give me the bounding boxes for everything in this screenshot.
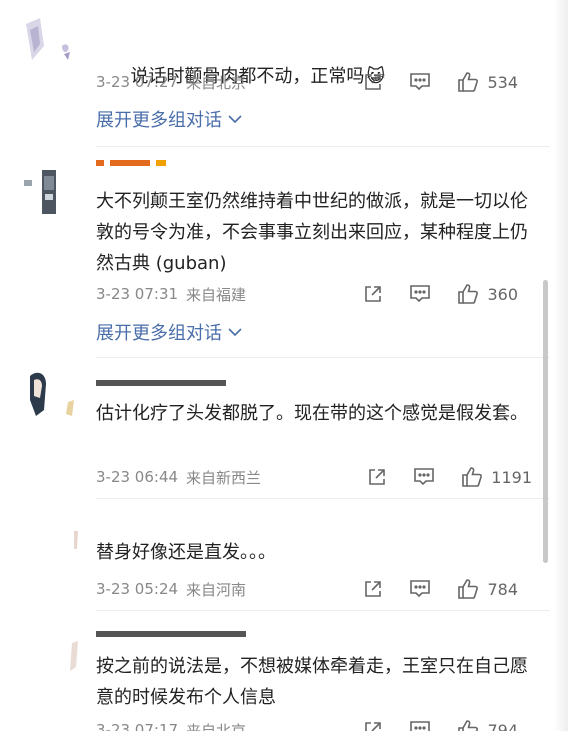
share-icon [365, 581, 382, 597]
comment-icon [410, 721, 431, 731]
comment-actions: 534 [337, 69, 518, 95]
comment-button[interactable] [409, 720, 431, 731]
share-icon [365, 722, 382, 731]
comment-location: 来自福建 [186, 285, 247, 304]
comment-item: 按之前的说法是，不想被媒体牵着走，王室只在自己愿意的时候发布个人信息 3-23 … [0, 611, 568, 731]
avatar[interactable] [22, 16, 80, 72]
comment-text: 估计化疗了头发都脱了。现在带的这个感觉是假发套。 [96, 403, 528, 424]
expand-conversation-label: 展开更多组对话 [96, 323, 222, 344]
comment-button[interactable] [409, 72, 431, 92]
avatar[interactable] [22, 527, 82, 563]
comment-actions: 794 [337, 717, 518, 731]
share-button[interactable] [367, 467, 387, 487]
nickname[interactable] [96, 380, 226, 388]
comment-item: 替身好像还是直发。。。 3-23 05:24 来自河南 784 [0, 499, 568, 611]
like-icon [458, 579, 479, 599]
share-icon [365, 74, 382, 90]
avatar[interactable] [22, 370, 80, 430]
comment-item: 大不列颠王室仍然维持着中世纪的做派，就是一切以伦敦的号令为准，不会事事立刻出来回… [0, 148, 568, 358]
like-button[interactable]: 784 [457, 578, 518, 600]
like-icon [458, 720, 479, 731]
like-icon [458, 72, 479, 92]
scrollbar[interactable] [543, 280, 548, 563]
share-button[interactable] [363, 284, 383, 304]
comment-icon [410, 285, 431, 303]
comment-location: 来自北京 [186, 721, 247, 731]
like-count: 360 [487, 284, 518, 304]
comment-button[interactable] [409, 579, 431, 599]
comment-meta: 3-23 06:44 来自新西兰 1191 [96, 464, 548, 490]
comment-button[interactable] [409, 284, 431, 304]
avatar[interactable] [22, 168, 72, 218]
comment-location: 来自河南 [186, 580, 247, 599]
comment-icon [414, 468, 435, 486]
comment-time: 3-23 07:17 [96, 721, 179, 731]
comment-feed: 说话时颧骨肉都不动，正常吗 😺 3-23 07:27 来自北京 534 展开更多组… [0, 0, 568, 731]
comment-location: 来自北京 [186, 73, 247, 92]
comment-meta: 3-23 05:24 来自河南 784 [96, 576, 548, 602]
expand-conversation-label: 展开更多组对话 [96, 110, 222, 131]
comment-meta: 3-23 07:17 来自北京 794 [96, 717, 548, 731]
comment-text: 大不列颠王室仍然维持着中世纪的做派，就是一切以伦敦的号令为准，不会事事立刻出来回… [96, 191, 528, 274]
divider [96, 146, 550, 147]
comment-location: 来自新西兰 [186, 468, 262, 487]
comment-meta: 3-23 07:31 来自福建 360 [96, 281, 548, 307]
comment-text: 按之前的说法是，不想被媒体牵着走，王室只在自己愿意的时候发布个人信息 [96, 656, 528, 708]
like-button[interactable]: 534 [457, 71, 518, 93]
nickname[interactable] [96, 160, 186, 168]
like-button[interactable]: 1191 [461, 466, 532, 488]
comment-icon [410, 580, 431, 598]
share-button[interactable] [363, 72, 383, 92]
share-button[interactable] [363, 720, 383, 731]
like-count: 794 [487, 720, 518, 731]
comment-item: 估计化疗了头发都脱了。现在带的这个感觉是假发套。 3-23 06:44 来自新西… [0, 358, 568, 499]
comment-time: 3-23 05:24 [96, 580, 179, 598]
chevron-down-icon [228, 328, 242, 337]
comment-actions: 784 [337, 576, 518, 602]
share-icon [365, 286, 382, 302]
like-count: 784 [487, 579, 518, 599]
like-count: 534 [487, 72, 518, 92]
comment-meta: 3-23 07:27 来自北京 534 [96, 69, 548, 95]
like-count: 1191 [491, 467, 532, 487]
comment-actions: 360 [337, 281, 518, 307]
edge-shade [554, 0, 568, 731]
comment-actions: 1191 [341, 464, 532, 490]
expand-conversation-link[interactable]: 展开更多组对话 [96, 319, 242, 345]
comment-time: 3-23 07:27 [96, 73, 179, 91]
comment-time: 3-23 06:44 [96, 468, 179, 486]
comment-button[interactable] [413, 467, 435, 487]
nickname[interactable] [96, 631, 246, 639]
share-button[interactable] [363, 579, 383, 599]
avatar[interactable] [22, 637, 82, 681]
comment-item: 说话时颧骨肉都不动，正常吗 😺 3-23 07:27 来自北京 534 展开更多组… [0, 0, 568, 148]
comment-icon [410, 73, 431, 91]
expand-conversation-link[interactable]: 展开更多组对话 [96, 106, 242, 132]
like-button[interactable]: 794 [457, 719, 518, 731]
share-icon [369, 469, 386, 485]
like-button[interactable]: 360 [457, 283, 518, 305]
comment-time: 3-23 07:31 [96, 285, 179, 303]
comment-text: 替身好像还是直发。。。 [96, 542, 276, 563]
like-icon [458, 284, 479, 304]
like-icon [462, 467, 483, 487]
chevron-down-icon [228, 115, 242, 124]
